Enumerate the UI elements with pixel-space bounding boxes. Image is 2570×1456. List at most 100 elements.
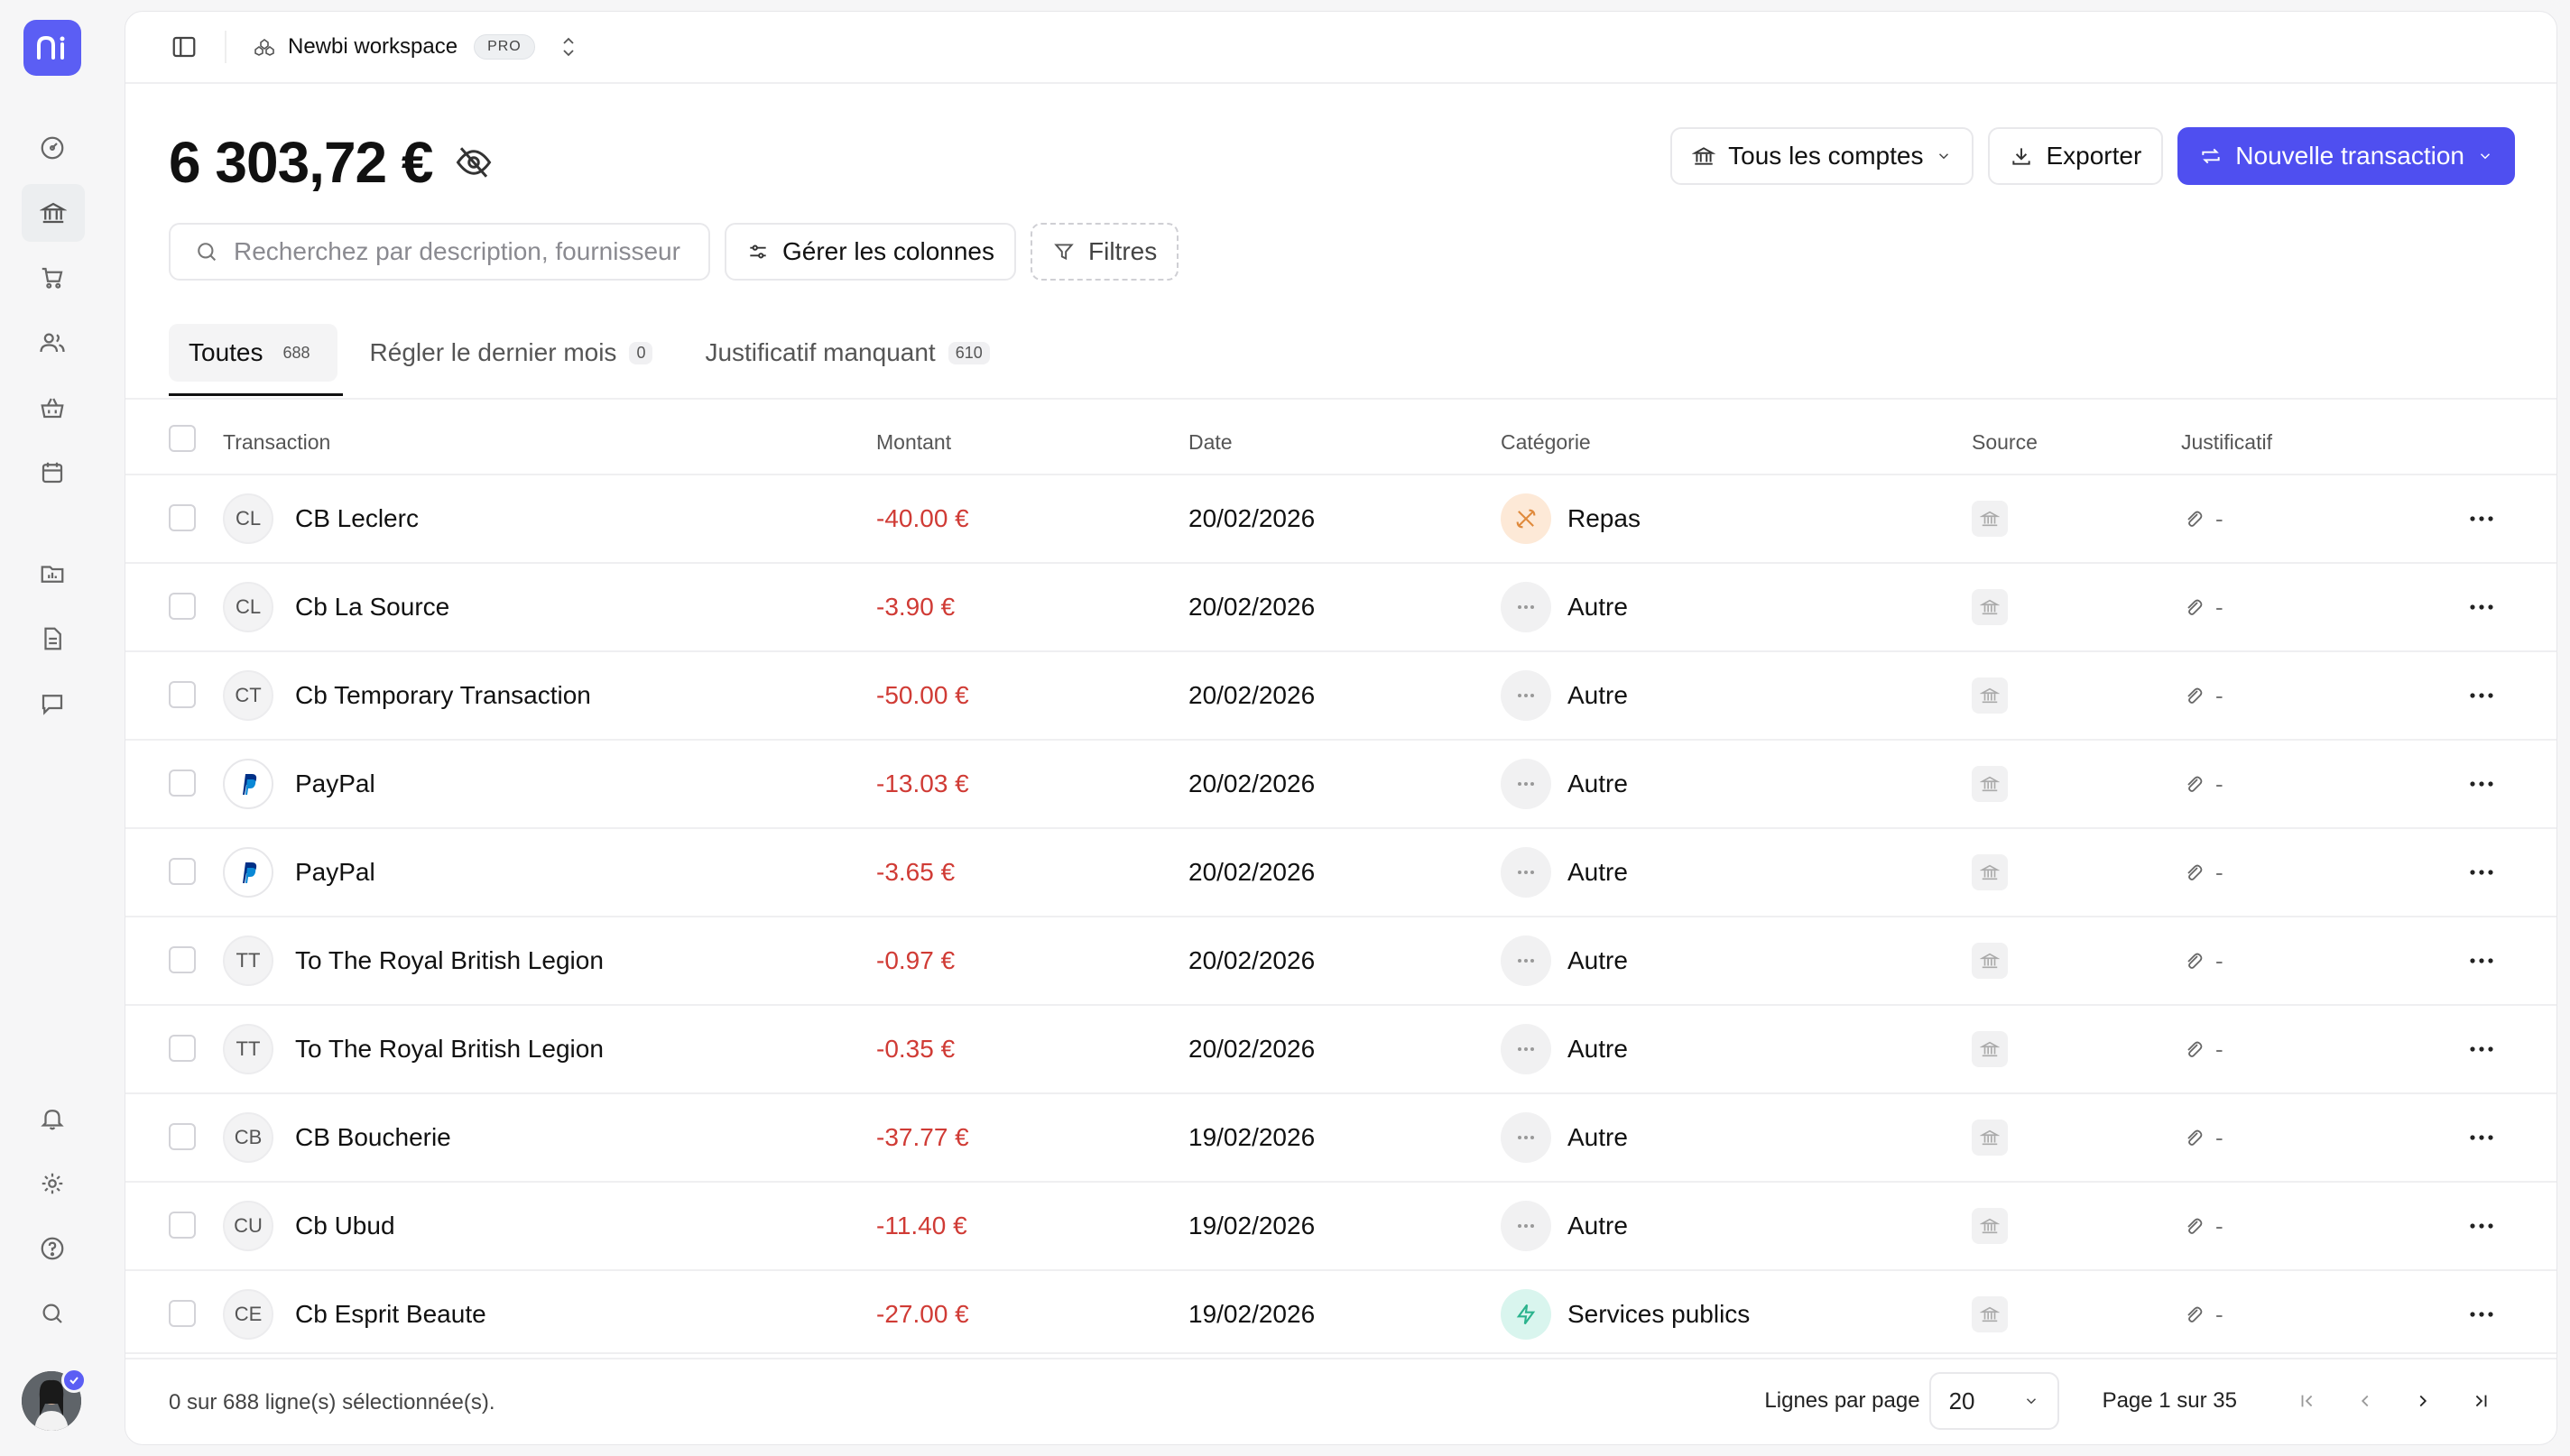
receipt-cell[interactable]: -	[2183, 475, 2223, 562]
row-checkbox[interactable]	[169, 1123, 196, 1150]
receipt-cell[interactable]: -	[2183, 1006, 2223, 1092]
bank-icon[interactable]	[22, 184, 85, 242]
category-cell[interactable]: Autre	[1501, 1006, 1628, 1092]
row-checkbox[interactable]	[169, 593, 196, 620]
sidebar-toggle-icon[interactable]	[171, 33, 198, 60]
search-icon[interactable]	[32, 1294, 72, 1333]
row-checkbox[interactable]	[169, 681, 196, 708]
table-row[interactable]: CL CB Leclerc -40.00 € 20/02/2026 Repas …	[125, 475, 2556, 564]
manage-columns-button[interactable]: Gérer les colonnes	[725, 223, 1017, 281]
dashboard-icon[interactable]	[32, 128, 72, 168]
users-icon[interactable]	[32, 323, 72, 363]
column-header-amount[interactable]: Montant	[876, 430, 951, 455]
table-row[interactable]: CT Cb Temporary Transaction -50.00 € 20/…	[125, 652, 2556, 741]
column-header-transaction[interactable]: Transaction	[223, 430, 330, 455]
new-transaction-button[interactable]: Nouvelle transaction	[2177, 127, 2515, 185]
receipt-cell[interactable]: -	[2183, 652, 2223, 739]
help-icon[interactable]	[32, 1229, 72, 1268]
row-actions-icon[interactable]	[2468, 564, 2495, 650]
row-checkbox[interactable]	[169, 1300, 196, 1327]
transaction-cell: PayPal	[223, 741, 375, 827]
column-header-receipt[interactable]: Justificatif	[2181, 430, 2272, 455]
row-actions-icon[interactable]	[2468, 475, 2495, 562]
eye-off-icon[interactable]	[455, 143, 493, 181]
tab-missing-receipt[interactable]: Justificatif manquant 610	[685, 324, 1009, 382]
row-actions-icon[interactable]	[2468, 1183, 2495, 1269]
category-cell[interactable]: Autre	[1501, 829, 1628, 916]
next-page-icon[interactable]	[2401, 1379, 2445, 1423]
receipt-value: -	[2215, 1035, 2223, 1063]
category-cell[interactable]: Autre	[1501, 1183, 1628, 1269]
receipt-cell[interactable]: -	[2183, 741, 2223, 827]
row-actions-icon[interactable]	[2468, 917, 2495, 1004]
category-cell[interactable]: Autre	[1501, 917, 1628, 1004]
receipt-cell[interactable]: -	[2183, 917, 2223, 1004]
date-cell: 20/02/2026	[1188, 769, 1316, 797]
date-cell: 20/02/2026	[1188, 946, 1316, 974]
table-row[interactable]: CU Cb Ubud -11.40 € 19/02/2026 Autre -	[125, 1183, 2556, 1271]
row-checkbox[interactable]	[169, 504, 196, 531]
receipt-cell[interactable]: -	[2183, 829, 2223, 916]
column-header-date[interactable]: Date	[1188, 430, 1233, 455]
table-row[interactable]: CL Cb La Source -3.90 € 20/02/2026 Autre…	[125, 564, 2556, 652]
row-checkbox[interactable]	[169, 1212, 196, 1239]
settings-icon[interactable]	[32, 1164, 72, 1203]
document-icon[interactable]	[32, 619, 72, 659]
search-input[interactable]	[234, 237, 703, 266]
workspace-name[interactable]: Newbi workspace	[288, 34, 458, 60]
table-row[interactable]: PayPal -3.65 € 20/02/2026 Autre -	[125, 829, 2556, 917]
chat-icon[interactable]	[32, 684, 72, 723]
row-actions-icon[interactable]	[2468, 652, 2495, 739]
table-row[interactable]: TT To The Royal British Legion -0.97 € 2…	[125, 917, 2556, 1006]
column-header-source[interactable]: Source	[1972, 430, 2038, 455]
amount-cell: -40.00 €	[876, 504, 969, 532]
merchant-initials: TT	[223, 1024, 273, 1074]
receipt-cell[interactable]: -	[2183, 564, 2223, 650]
table-row[interactable]: CE Cb Esprit Beaute -27.00 € 19/02/2026 …	[125, 1271, 2556, 1359]
row-checkbox[interactable]	[169, 769, 196, 797]
rows-per-page-select[interactable]: 20	[1928, 1372, 2059, 1430]
table-row[interactable]: CB CB Boucherie -37.77 € 19/02/2026 Autr…	[125, 1094, 2556, 1183]
row-checkbox[interactable]	[169, 858, 196, 885]
table-row[interactable]: TT To The Royal British Legion -0.35 € 2…	[125, 1006, 2556, 1094]
receipt-cell[interactable]: -	[2183, 1271, 2223, 1358]
row-actions-icon[interactable]	[2468, 829, 2495, 916]
row-actions-icon[interactable]	[2468, 1094, 2495, 1181]
source-cell	[1972, 917, 2008, 1004]
accounts-select[interactable]: Tous les comptes	[1670, 127, 1974, 185]
filters-button[interactable]: Filtres	[1031, 223, 1179, 281]
merchant-initials: CU	[223, 1201, 273, 1251]
paperclip-icon	[2183, 596, 2205, 618]
category-cell[interactable]: Autre	[1501, 652, 1628, 739]
tab-all[interactable]: Toutes 688	[169, 324, 343, 396]
folder-chart-icon[interactable]	[32, 554, 72, 594]
column-header-category[interactable]: Catégorie	[1501, 430, 1591, 455]
first-page-icon[interactable]	[2286, 1379, 2329, 1423]
category-cell[interactable]: Repas	[1501, 475, 1641, 562]
app-logo[interactable]	[23, 20, 81, 76]
row-checkbox[interactable]	[169, 1035, 196, 1062]
source-cell	[1972, 564, 2008, 650]
source-cell	[1972, 652, 2008, 739]
category-cell[interactable]: Services publics	[1501, 1271, 1750, 1358]
select-all-checkbox[interactable]	[169, 425, 196, 452]
row-actions-icon[interactable]	[2468, 741, 2495, 827]
basket-icon[interactable]	[32, 388, 72, 428]
workspace-switch-icon[interactable]	[559, 35, 578, 59]
row-actions-icon[interactable]	[2468, 1271, 2495, 1358]
bell-icon[interactable]	[32, 1099, 72, 1138]
category-cell[interactable]: Autre	[1501, 741, 1628, 827]
calendar-icon[interactable]	[32, 453, 72, 493]
category-cell[interactable]: Autre	[1501, 1094, 1628, 1181]
export-button[interactable]: Exporter	[1988, 127, 2164, 185]
category-cell[interactable]: Autre	[1501, 564, 1628, 650]
previous-page-icon[interactable]	[2344, 1379, 2387, 1423]
row-actions-icon[interactable]	[2468, 1006, 2495, 1092]
last-page-icon[interactable]	[2459, 1379, 2502, 1423]
row-checkbox[interactable]	[169, 946, 196, 973]
table-row[interactable]: PayPal -13.03 € 20/02/2026 Autre -	[125, 741, 2556, 829]
receipt-cell[interactable]: -	[2183, 1094, 2223, 1181]
receipt-cell[interactable]: -	[2183, 1183, 2223, 1269]
cart-icon[interactable]	[32, 258, 72, 298]
tab-settle-last-month[interactable]: Régler le dernier mois 0	[350, 324, 673, 382]
